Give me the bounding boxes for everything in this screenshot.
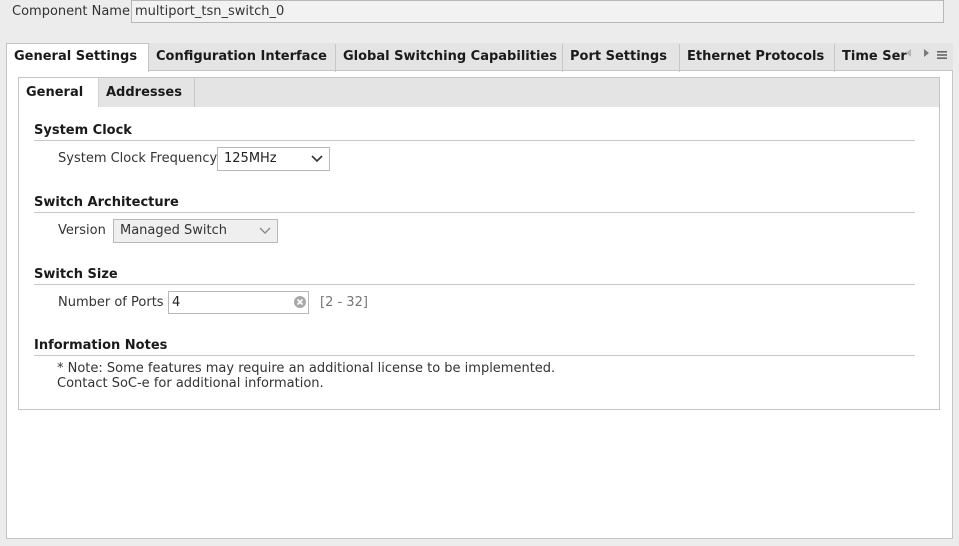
number-of-ports-label: Number of Ports [58,295,164,310]
tab-global-switching-capabilities[interactable]: Global Switching Capabilities [336,44,563,72]
section-title-system-clock: System Clock [34,123,132,138]
section-divider [34,212,915,213]
version-value: Managed Switch [120,223,228,238]
tab-configuration-interface[interactable]: Configuration Interface [149,44,336,72]
section-title-switch-architecture: Switch Architecture [34,195,179,210]
component-name-input[interactable] [131,0,944,23]
triangle-left-icon[interactable] [903,43,915,70]
section-divider [34,284,915,285]
tab-general[interactable]: General [19,78,99,108]
section-title-switch-size: Switch Size [34,267,118,282]
component-name-label: Component Name [12,4,130,19]
version-label: Version [58,223,106,238]
triangle-right-icon[interactable] [920,43,932,70]
section-title-information-notes: Information Notes [34,338,168,353]
chevron-down-icon [311,148,323,170]
sub-tab-bar: General Addresses [18,77,940,108]
version-dropdown[interactable]: Managed Switch [113,219,278,243]
chevron-down-icon [259,220,271,242]
system-clock-frequency-value: 125MHz [224,151,277,166]
info-note-line-2: Contact SoC-e for additional information… [57,376,324,391]
tab-general-settings[interactable]: General Settings [6,43,149,72]
number-of-ports-range: [2 - 32] [320,295,368,310]
system-clock-frequency-label: System Clock Frequency [58,151,218,166]
top-tab-bar: General Settings Configuration Interface… [6,43,953,72]
number-of-ports-input[interactable] [168,291,309,314]
system-clock-frequency-dropdown[interactable]: 125MHz [217,147,330,171]
section-divider [34,140,915,141]
info-note-line-1: * Note: Some features may require an add… [57,361,556,376]
clear-circle-icon[interactable] [294,296,306,308]
component-name-row: Component Name [0,0,959,26]
tab-ethernet-protocols[interactable]: Ethernet Protocols [680,44,835,72]
tab-time-ser[interactable]: Time Ser [835,44,909,72]
tab-port-settings[interactable]: Port Settings [563,44,680,72]
menu-icon[interactable] [936,43,948,70]
tab-addresses[interactable]: Addresses [99,78,195,108]
section-divider [34,355,915,356]
